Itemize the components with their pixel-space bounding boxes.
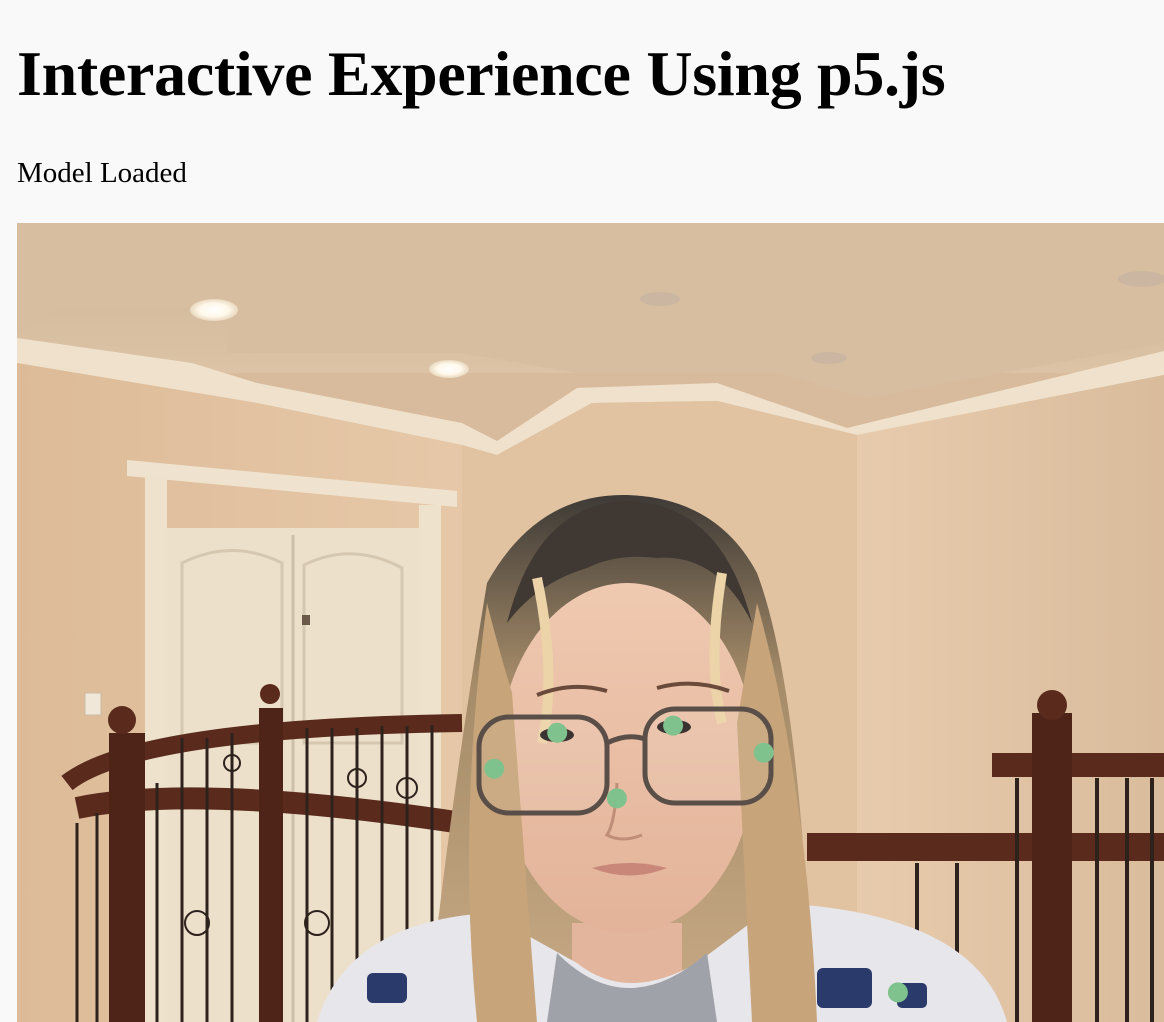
keypoint-right-ear (753, 742, 774, 763)
model-status: Model Loaded (17, 157, 187, 189)
keypoint-nose (606, 788, 627, 809)
keypoint-right-eye (663, 715, 684, 736)
page-title: Interactive Experience Using p5.js (17, 38, 946, 109)
keypoint-right-shoulder (887, 982, 908, 1003)
webcam-video-frame (17, 223, 1164, 1022)
webcam-canvas (17, 223, 1164, 1022)
keypoint-left-eye (547, 722, 568, 743)
keypoint-left-ear (484, 758, 505, 779)
